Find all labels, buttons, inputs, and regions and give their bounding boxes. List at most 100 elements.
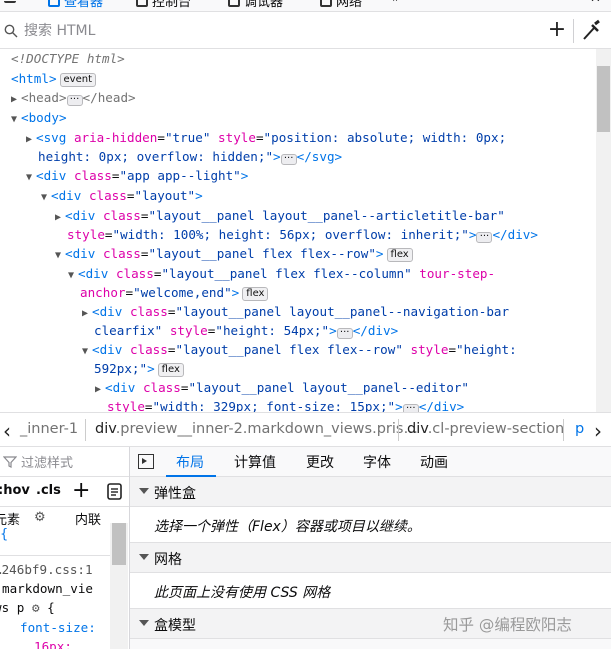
divider [85, 419, 86, 441]
flex-badge[interactable]: flex [157, 363, 184, 377]
expand-arrow-icon[interactable]: ▶ [95, 380, 105, 399]
collapse-arrow-icon[interactable]: ▼ [68, 266, 78, 285]
css-value[interactable]: 16px; [34, 639, 72, 649]
layout-pane: 布局 计算值 更改 字体 动画 弹性盒 选择一个弹性（Flex）容器或项目以继续… [130, 447, 611, 649]
tab-fonts[interactable]: 字体 [363, 452, 391, 472]
expand-arrow-icon[interactable]: ▶ [26, 130, 36, 149]
tab-layout[interactable]: 布局 [176, 452, 204, 472]
devtools-toolbar: 查看器 控制台 调试器 网络 » ··· ✕ [0, 0, 611, 12]
toggle-sidebar-icon[interactable] [138, 454, 154, 469]
collapsed-ellipsis[interactable]: ··· [402, 404, 419, 412]
cls-button[interactable]: .cls [36, 483, 61, 498]
editor-panel-cont: style="width: 329px; font-size: 15px;"> ·… [107, 397, 464, 412]
filter-styles[interactable]: 过滤样式 [0, 447, 129, 477]
gear-icon[interactable]: ⚙ [32, 600, 40, 615]
css-property[interactable]: font-size: [20, 620, 96, 635]
brace-mark: { [0, 527, 9, 542]
rule-selector-cont[interactable]: ws p ⚙ { [0, 600, 55, 615]
hov-button[interactable]: :hov [0, 483, 30, 498]
markup-scrollbar[interactable] [596, 49, 611, 412]
pointer-icon[interactable] [4, 0, 16, 3]
console-icon [136, 0, 148, 7]
flex-badge[interactable]: flex [242, 287, 269, 301]
collapsed-ellipsis[interactable]: ··· [66, 95, 83, 106]
sidebar-tabs: 布局 计算值 更改 字体 动画 [130, 447, 611, 477]
grid-section-body: 此页面上没有使用 CSS 网格 [130, 573, 611, 609]
add-node-button[interactable]: + [546, 19, 568, 42]
scrollbar-thumb[interactable] [112, 523, 126, 565]
expand-arrow-icon[interactable]: ▶ [55, 208, 65, 227]
flex-column-cont: anchor="welcome,end"> flex [80, 283, 269, 302]
collapse-arrow-icon [139, 620, 149, 626]
body-node[interactable]: ▼ <body> [11, 108, 67, 129]
more-tools-icon[interactable]: » [392, 0, 400, 6]
collapse-arrow-icon[interactable]: ▼ [82, 342, 92, 361]
breadcrumb: ‹ _inner-1 div.preview__inner-2.markdown… [0, 412, 611, 447]
stylesheet-source-link[interactable]: …246bf9.css:1 [0, 562, 93, 577]
close-icon[interactable]: ✕ [590, 0, 601, 6]
tab-network[interactable]: 网络 [320, 0, 362, 10]
collapse-arrow-icon[interactable]: ▼ [26, 168, 36, 187]
rules-scrollbar[interactable] [110, 523, 128, 649]
gear-icon[interactable]: ⚙ [34, 510, 46, 525]
flex-row-592-cont: 592px;"> flex [94, 359, 184, 378]
collapse-arrow-icon[interactable]: ▼ [11, 110, 21, 129]
flex-badge[interactable]: flex [386, 248, 413, 262]
rule-selector[interactable]: markdown_vie [2, 581, 93, 596]
eyedropper-icon[interactable] [580, 19, 602, 43]
doctype-node[interactable]: <!DOCTYPE html> [11, 49, 125, 68]
search-html-input[interactable] [22, 21, 542, 40]
tab-computed[interactable]: 计算值 [234, 452, 276, 472]
collapse-arrow-icon[interactable]: ▼ [41, 188, 51, 207]
tab-changes[interactable]: 更改 [306, 452, 334, 472]
tab-console[interactable]: 控制台 [136, 0, 191, 10]
svg-node-cont: height: 0px; overflow: hidden;"> ··· </svg… [38, 149, 343, 165]
breadcrumb-item-selected[interactable]: p [575, 421, 584, 437]
breadcrumb-item[interactable]: div.preview__inner-2.markdown_views.pris… [95, 421, 418, 437]
html-search-bar: + [0, 13, 611, 49]
filter-icon [3, 455, 17, 468]
tab-debugger[interactable]: 调试器 [228, 0, 283, 10]
flexbox-section-header[interactable]: 弹性盒 [130, 477, 611, 507]
collapse-arrow-icon [139, 488, 149, 494]
divider [398, 419, 399, 441]
expand-arrow-icon[interactable]: ▶ [82, 304, 92, 323]
navigation-bar-cont: clearfix" style="height: 54px;"> ··· </div… [94, 323, 399, 339]
collapsed-ellipsis[interactable]: ··· [336, 328, 353, 339]
scrollbar-thumb[interactable] [597, 66, 610, 132]
breadcrumb-left-arrow-icon[interactable]: ‹ [3, 419, 11, 443]
expand-arrow-icon[interactable]: ▶ [11, 90, 21, 109]
debugger-icon [228, 0, 240, 7]
rules-toolbar: :hov .cls + [0, 477, 129, 507]
tab-animations[interactable]: 动画 [420, 452, 448, 472]
element-rule-label: 元素 [0, 513, 21, 528]
grid-section-header[interactable]: 网格 [130, 543, 611, 573]
html-node[interactable]: <html> event [11, 69, 97, 88]
add-rule-button[interactable]: + [72, 478, 90, 503]
head-node[interactable]: ▶ <head> ··· </head> [11, 88, 136, 109]
tab-inspector[interactable]: 查看器 [48, 0, 103, 10]
divider [573, 19, 574, 43]
collapsed-ellipsis[interactable]: ··· [280, 154, 297, 165]
options-icon[interactable]: ··· [550, 0, 562, 6]
rules-pane: 过滤样式 :hov .cls + 元素 ⚙ 内联 { …246bf9.css:1… [0, 447, 130, 649]
breadcrumb-right-arrow-icon[interactable]: › [594, 419, 602, 443]
markup-tree: <!DOCTYPE html> <html> event ▶ <head> ··· </… [0, 49, 596, 412]
collapsed-ellipsis[interactable]: ··· [476, 232, 493, 243]
articletitle-bar-cont: style="width: 100%; height: 56px; overfl… [67, 227, 538, 243]
event-badge[interactable]: event [59, 73, 97, 87]
flex-row-node[interactable]: ▼ <div class="layout__panel flex flex--ro… [55, 244, 413, 265]
divider [563, 419, 564, 441]
layout-div-node[interactable]: ▼ <div class="layout"> [41, 186, 203, 207]
inspector-icon [48, 0, 60, 7]
watermark: 知乎 @编程欧阳志 [443, 616, 572, 634]
breadcrumb-item[interactable]: div.cl-preview-section [407, 421, 564, 437]
app-div-node[interactable]: ▼ <div class="app app--light"> [26, 166, 248, 187]
collapse-arrow-icon[interactable]: ▼ [55, 246, 65, 265]
print-media-icon[interactable] [107, 483, 122, 500]
search-icon [4, 24, 18, 37]
breadcrumb-item[interactable]: _inner-1 [20, 421, 78, 437]
flexbox-section-body: 选择一个弹性（Flex）容器或项目以继续。 [130, 507, 611, 543]
inline-label: 内联 [75, 513, 102, 528]
network-icon [320, 0, 332, 7]
